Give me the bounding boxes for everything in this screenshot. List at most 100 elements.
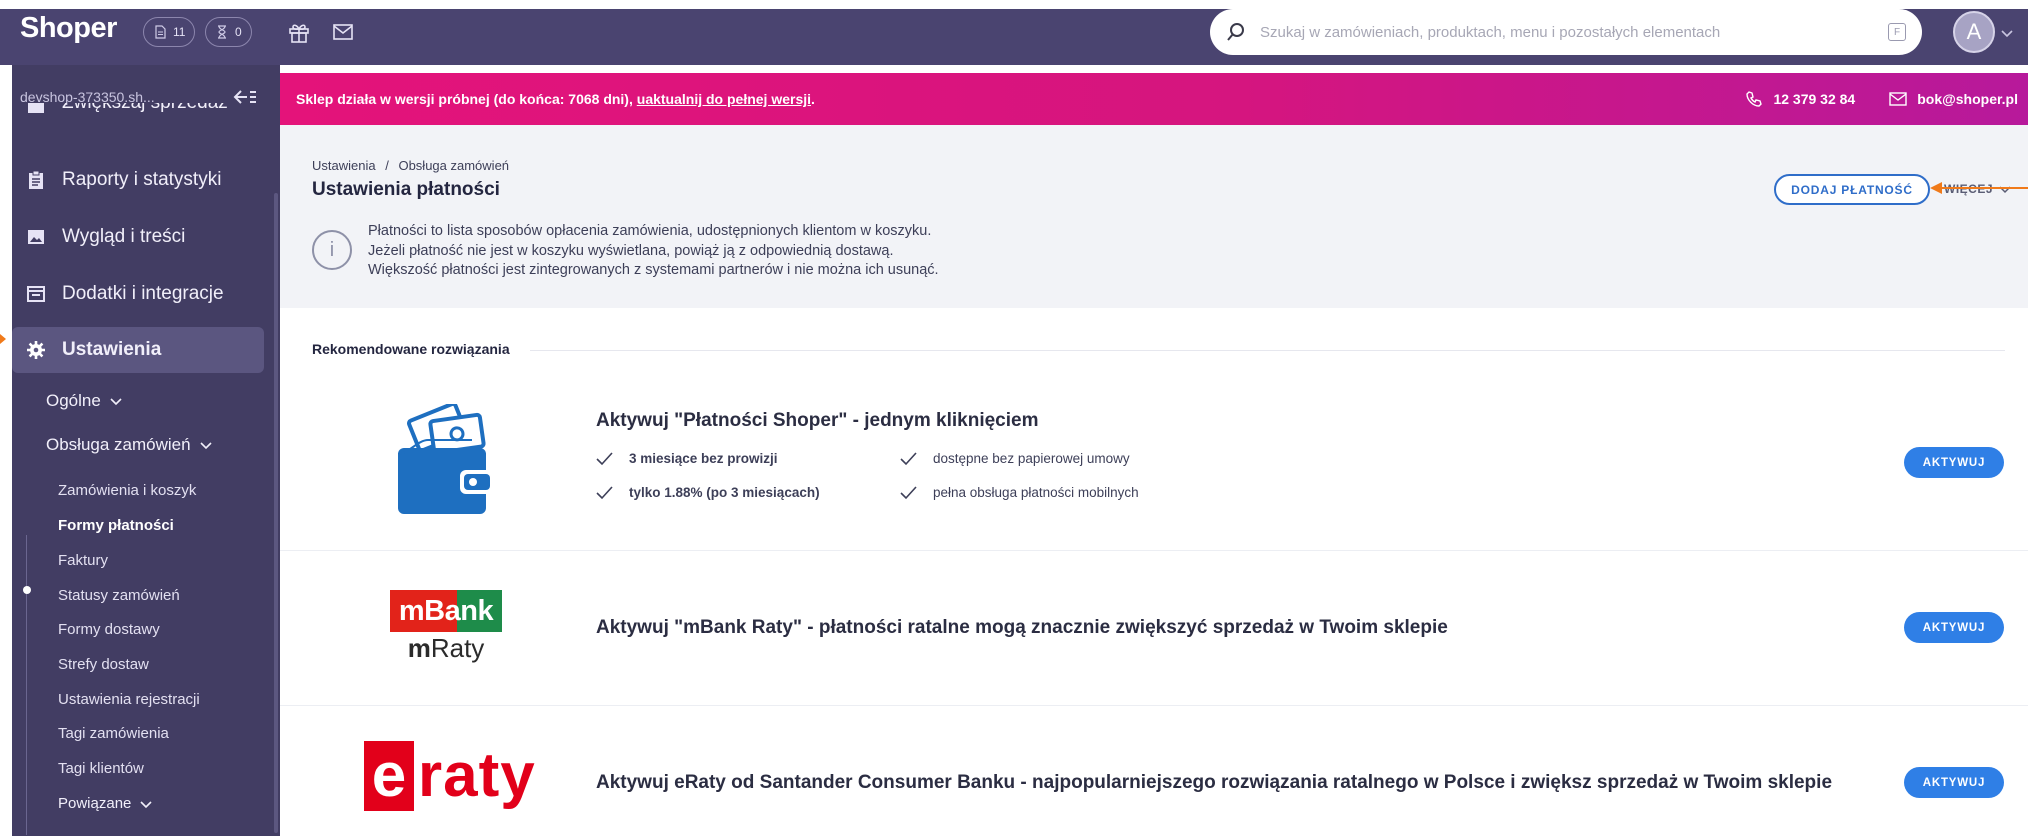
search-input[interactable] [1260,23,1888,41]
mail-icon [1889,92,1907,106]
mraty-logo-m: m [407,632,431,663]
orders-count: 11 [173,25,186,39]
window-left-frame [0,65,12,836]
card-title-mbank-raty: Aktywuj "mBank Raty" - płatności ratalne… [596,617,1448,638]
card-title-eraty: Aktywuj eRaty od Santander Consumer Bank… [596,772,1833,793]
sidebar-link-payment-methods[interactable]: Formy płatności [58,517,174,534]
annotation-arrow [1930,182,2028,194]
trial-text: Sklep działa w wersji próbnej (do końca:… [296,91,637,107]
sidebar-scrollbar[interactable] [274,193,278,833]
gear-icon [27,341,45,359]
feature-label: tylko 1.88% (po 3 miesiącach) [629,485,820,500]
clipboard-icon [29,170,43,189]
feature-label: dostępne bez papierowej umowy [933,451,1130,466]
sidebar-link-order-statuses[interactable]: Statusy zamówień [58,587,180,604]
sidebar-item-sales[interactable]: Zwiększaj sprzedaż [12,103,264,131]
info-line: Płatności to lista sposobów opłacenia za… [368,223,932,239]
mbank-raty-logo: mBank m Raty [390,590,502,664]
annotation-pointer [0,334,6,344]
support-email[interactable]: bok@shoper.pl [1889,90,2018,108]
mbank-logo-text: mBank [390,590,502,632]
info-description: Płatności to lista sposobów opłacenia za… [368,222,939,281]
window-icon [27,286,45,302]
hourglass-icon [218,25,226,39]
sidebar-item-settings[interactable]: Ustawienia [12,327,264,373]
global-search[interactable]: F [1210,9,1922,55]
window-top-frame [0,0,2028,9]
add-payment-button[interactable]: DODAJ PŁATNOŚĆ [1774,174,1930,205]
breadcrumb-settings[interactable]: Ustawienia [312,158,376,173]
mraty-logo-text: m Raty [390,632,502,664]
user-avatar[interactable]: A [1953,11,1995,53]
chevron-down-icon [140,800,152,808]
info-line: Większość płatności jest zintegrowanych … [368,262,939,278]
support-contacts: 12 379 32 84 bok@shoper.pl [1745,73,2018,125]
eraty-logo-e: e [364,740,414,811]
pending-counter[interactable]: 0 [205,17,252,47]
sidebar-link-invoices[interactable]: Faktury [58,552,108,569]
feature-label: pełna obsługa płatności mobilnych [933,485,1139,500]
feature-item: dostępne bez papierowej umowy [900,451,1130,466]
sidebar-sub-general[interactable]: Ogólne [46,391,123,411]
sidebar-link-order-tags[interactable]: Tagi zamówienia [58,725,169,742]
shoper-logo[interactable]: Shoper [20,12,117,45]
sidebar-sub-label: Ogólne [46,391,101,410]
orders-counter[interactable]: 11 [143,17,196,47]
info-icon: i [312,230,352,270]
sidebar-item-label: Dodatki i integracje [62,283,224,304]
row-divider [280,705,2028,706]
upgrade-link[interactable]: uaktualnij do pełnej wersji [637,91,811,107]
sidebar-sub-label: Obsługa zamówień [46,435,191,454]
mraty-logo-rest: Raty [430,632,485,663]
chevron-down-icon [200,442,212,450]
sidebar-link-registration-settings[interactable]: Ustawienia rejestracji [58,691,200,708]
check-icon [900,451,917,465]
sidebar-link-orders-cart[interactable]: Zamówienia i koszyk [58,482,196,499]
active-indicator-dot [23,586,31,594]
activate-shoper-payments-button[interactable]: AKTYWUJ [1904,447,2004,478]
sidebar-item-label: Ustawienia [62,339,162,360]
sidebar-sub-order-handling[interactable]: Obsługa zamówień [46,435,213,455]
eraty-logo: e raty [364,740,536,811]
breadcrumb-separator: / [385,158,389,173]
info-line: Jeżeli płatność nie jest w koszyku wyświ… [368,242,894,259]
eraty-logo-rest: raty [418,741,536,810]
phone-icon [1746,91,1763,107]
breadcrumb: Ustawienia / Obsługa zamówień [312,158,509,173]
sidebar-link-shipping-zones[interactable]: Strefy dostaw [58,656,149,673]
wallet-icon [397,404,494,514]
trial-banner: Sklep działa w wersji próbnej (do końca:… [280,73,2028,125]
sidebar-item-appearance[interactable]: Wygląd i treści [12,214,264,260]
activate-eraty-button[interactable]: AKTYWUJ [1904,767,2004,798]
email-address: bok@shoper.pl [1917,91,2018,107]
document-icon [155,25,166,39]
gift-icon[interactable] [286,19,312,45]
check-icon [596,485,613,499]
page-header: Ustawienia / Obsługa zamówień Ustawienia… [280,125,2028,308]
chevron-down-icon [110,398,122,406]
feature-item: 3 miesiące bez prowizji [596,451,778,466]
sidebar-item-reports[interactable]: Raporty i statystyki [12,157,264,203]
feature-item: tylko 1.88% (po 3 miesiącach) [596,485,820,500]
mail-icon[interactable] [330,19,356,45]
sidebar-item-label: Wygląd i treści [62,226,186,247]
feature-item: pełna obsługa płatności mobilnych [900,485,1139,500]
phone-number: 12 379 32 84 [1773,91,1856,107]
top-bar: Shoper 11 0 F A [0,0,2028,65]
trial-text-suffix: . [811,91,815,107]
sidebar-link-shipping-methods[interactable]: Formy dostawy [58,621,160,638]
sidebar-item-label: Zwiększaj sprzedaż [62,103,228,114]
section-divider [530,350,2005,351]
activate-mbank-raty-button[interactable]: AKTYWUJ [1904,612,2004,643]
check-icon [596,451,613,465]
sidebar-link-customer-tags[interactable]: Tagi klientów [58,760,144,777]
sidebar-sub-label: Powiązane [58,795,132,812]
support-phone[interactable]: 12 379 32 84 [1745,90,1855,108]
sidebar-sub-related[interactable]: Powiązane [58,795,153,812]
search-icon [1227,23,1244,41]
pending-count: 0 [235,25,242,39]
sidebar-item-addons[interactable]: Dodatki i integracje [12,271,264,317]
chevron-down-icon[interactable] [2000,26,2014,40]
breadcrumb-order-handling[interactable]: Obsługa zamówień [398,158,509,173]
submenu-guide-line [26,535,27,835]
